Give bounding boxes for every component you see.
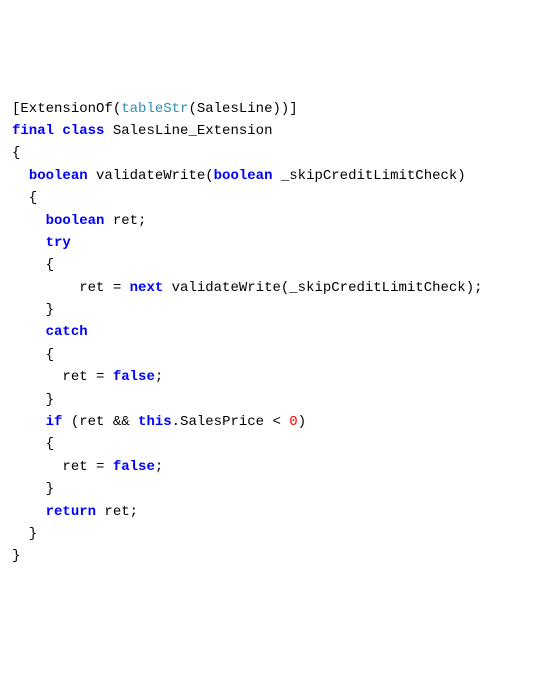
indent [12,213,46,229]
indent [12,324,46,340]
code-line-12: { [12,344,547,366]
param-name: _skipCreditLimitCheck) [272,168,465,184]
code-line-3: { [12,142,547,164]
ret-assign: ret = [79,280,129,296]
indent [12,168,29,184]
condition-mid: .SalesPrice < [172,414,290,430]
semicolon: ; [155,459,163,475]
condition-close: ) [298,414,306,430]
code-line-1: [ExtensionOf(tableStr(SalesLine))] [12,98,547,120]
indent [12,459,62,475]
code-line-19: return ret; [12,501,547,523]
ret-assign: ret = [62,369,112,385]
indent [12,414,46,430]
code-editor: [ExtensionOf(tableStr(SalesLine))]final … [12,98,547,568]
code-line-21: } [12,545,547,567]
indent [12,235,46,251]
code-line-10: } [12,299,547,321]
method-name: validateWrite( [88,168,214,184]
ret-assign: ret = [62,459,112,475]
condition-open: (ret && [62,414,138,430]
code-line-16: { [12,433,547,455]
code-line-2: final class SalesLine_Extension [12,120,547,142]
indent [12,369,62,385]
keyword-final: final [12,123,54,139]
code-line-8: { [12,254,547,276]
code-line-20: } [12,523,547,545]
keyword-next: next [130,280,164,296]
code-line-4: boolean validateWrite(boolean _skipCredi… [12,165,547,187]
keyword-boolean: boolean [46,213,105,229]
keyword-false: false [113,369,155,385]
indent [12,504,46,520]
code-line-7: try [12,232,547,254]
semicolon: ; [155,369,163,385]
class-name: SalesLine_Extension [104,123,272,139]
keyword-if: if [46,414,63,430]
keyword-this: this [138,414,172,430]
code-line-11: catch [12,321,547,343]
function-tablestr: tableStr [121,101,188,117]
indent [12,280,79,296]
number-zero: 0 [289,414,297,430]
keyword-boolean: boolean [214,168,273,184]
method-call: validateWrite(_skipCreditLimitCheck); [163,280,482,296]
code-line-15: if (ret && this.SalesPrice < 0) [12,411,547,433]
keyword-catch: catch [46,324,88,340]
code-line-17: ret = false; [12,456,547,478]
paren: ( [113,101,121,117]
attribute-name: ExtensionOf [20,101,112,117]
keyword-class: class [54,123,104,139]
paren-close: (SalesLine))] [188,101,297,117]
var-decl: ret; [104,213,146,229]
keyword-false: false [113,459,155,475]
ret-var: ret; [96,504,138,520]
code-line-5: { [12,187,547,209]
keyword-boolean: boolean [29,168,88,184]
code-line-9: ret = next validateWrite(_skipCreditLimi… [12,277,547,299]
code-line-14: } [12,389,547,411]
code-line-6: boolean ret; [12,210,547,232]
keyword-try: try [46,235,71,251]
code-line-13: ret = false; [12,366,547,388]
code-line-18: } [12,478,547,500]
keyword-return: return [46,504,96,520]
